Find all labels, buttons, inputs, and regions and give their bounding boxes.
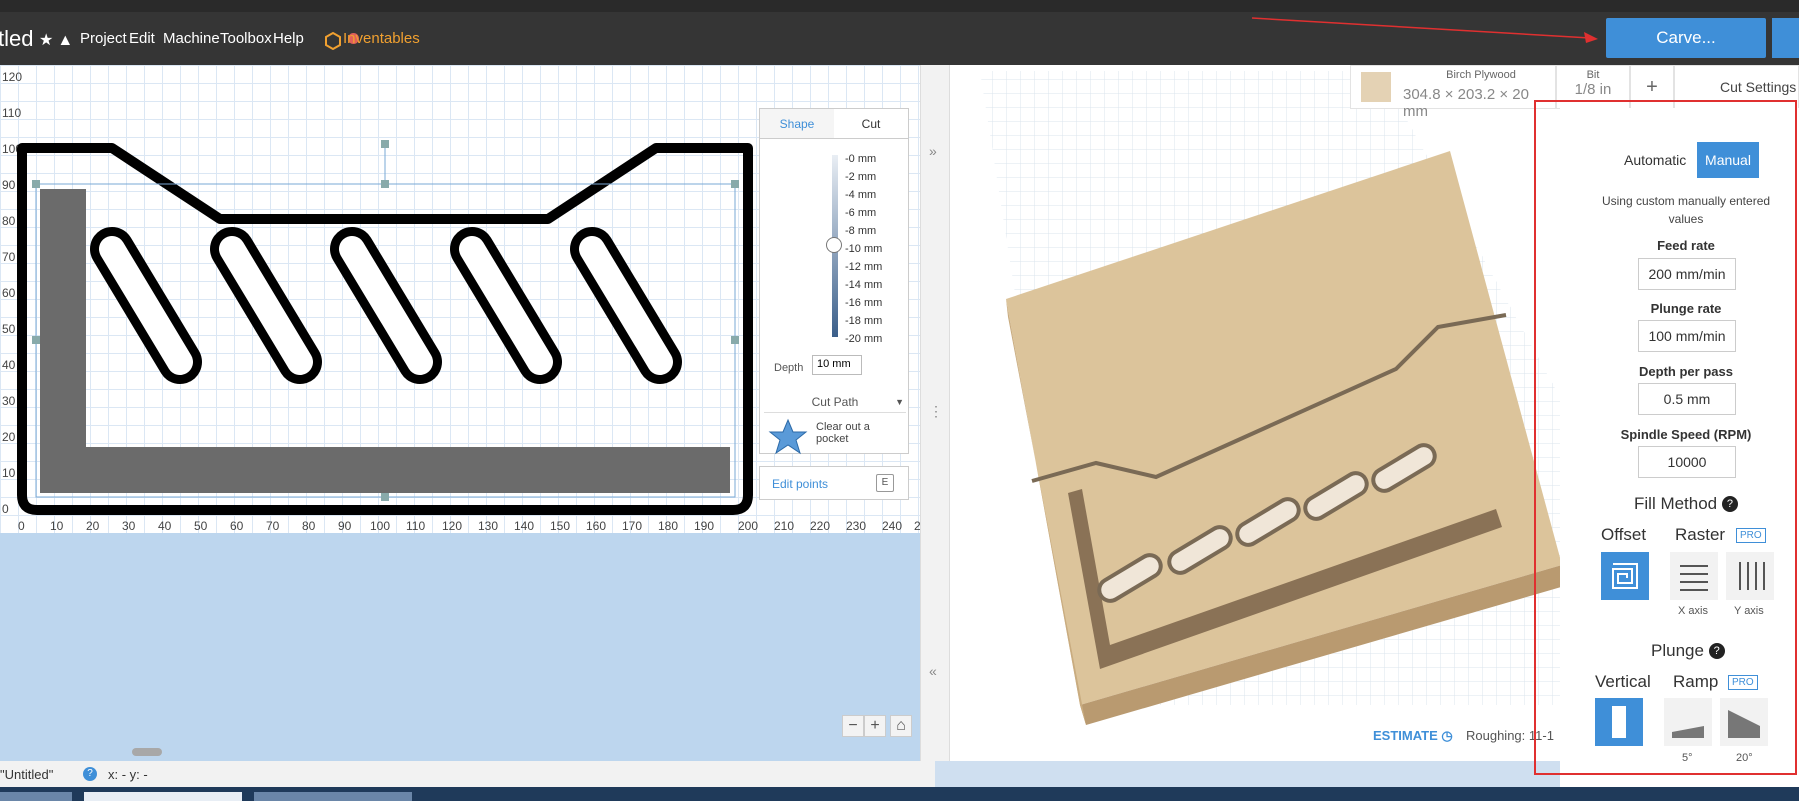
inventables-logo-icon (325, 32, 341, 50)
material-swatch (1361, 72, 1391, 102)
bit-value: 1/8 in (1574, 81, 1612, 98)
resize-handle[interactable] (381, 180, 389, 188)
zoom-in-button[interactable]: + (864, 715, 886, 737)
resize-handle[interactable] (381, 493, 389, 501)
tab-shape[interactable]: Shape (760, 109, 834, 138)
collapse-right-icon[interactable]: » (929, 143, 937, 159)
window-top-strip (0, 0, 1799, 12)
estimate-button[interactable]: ESTIMATE ◷ (1373, 728, 1453, 744)
zoom-out-button[interactable]: − (842, 715, 864, 737)
star-icon[interactable]: ★ (39, 32, 57, 49)
material-size: 304.8 × 203.2 × 20 mm (1403, 86, 1529, 120)
cut-path-dropdown[interactable]: Cut Path ▼ (764, 391, 906, 413)
clock-icon: ◷ (1441, 728, 1453, 743)
resize-handle[interactable] (731, 336, 739, 344)
menu-toolbox[interactable]: Toolbox (220, 30, 272, 47)
depth-tick: -0 mm (845, 153, 877, 165)
cut-type-label[interactable]: Clear out a pocket (816, 421, 896, 445)
rotate-handle[interactable] (381, 140, 389, 148)
resize-handle[interactable] (32, 336, 40, 344)
material-selector[interactable]: Birch Plywood 304.8 × 203.2 × 20 mm (1350, 65, 1556, 120)
resize-handle[interactable] (731, 180, 739, 188)
chevron-down-icon: ▼ (895, 397, 904, 407)
depth-tick: -8 mm (845, 225, 877, 237)
warning-icon[interactable]: ▲ (57, 32, 77, 49)
menu-project[interactable]: Project (80, 30, 127, 47)
cut-path-label: Cut Path (811, 395, 859, 409)
horizontal-scrollbar[interactable] (132, 748, 162, 756)
depth-tick: -16 mm (845, 297, 883, 309)
edit-points-button[interactable]: Edit points E (759, 466, 909, 500)
shape-cut-panel: Shape Cut -0 mm -2 mm -4 mm -6 mm -8 mm … (759, 108, 909, 455)
bit-label: Bit (1586, 69, 1600, 81)
resize-handle[interactable] (32, 180, 40, 188)
highlight-box (1534, 100, 1797, 775)
menu-help[interactable]: Help (273, 30, 304, 47)
panel-tabs: Shape Cut (760, 109, 908, 139)
depth-tick: -2 mm (845, 171, 877, 183)
collapse-left-icon[interactable]: « (929, 663, 937, 679)
carve-button-label: Carve... (1656, 28, 1716, 47)
tab-cut[interactable]: Cut (834, 109, 908, 138)
depth-tick: -6 mm (845, 207, 877, 219)
depth-tick: -12 mm (845, 261, 883, 273)
project-title[interactable]: tled (0, 26, 33, 52)
annotation-arrow (1251, 17, 1598, 43)
document-name[interactable]: "Untitled" (0, 767, 53, 782)
depth-slider-knob[interactable] (826, 237, 842, 253)
depth-tick: -4 mm (845, 189, 877, 201)
keyboard-shortcut-key: E (876, 474, 894, 492)
taskbar-item[interactable] (0, 792, 72, 801)
canvas-offgrid-region (0, 533, 920, 737)
fullscreen-button[interactable] (1772, 18, 1799, 58)
taskbar-item-active[interactable] (84, 792, 242, 801)
help-icon[interactable]: ? (83, 767, 97, 781)
estimate-label: ESTIMATE (1373, 728, 1438, 743)
cursor-coords: x: - y: - (108, 767, 148, 782)
material-name: Birch Plywood (1446, 69, 1516, 81)
depth-tick: -10 mm (845, 243, 883, 255)
menu-edit[interactable]: Edit (129, 30, 155, 47)
title-status-icons: ★▲ (39, 30, 77, 50)
star-pocket-icon (768, 418, 808, 455)
depth-tick: -20 mm (845, 333, 883, 345)
depth-input[interactable]: 10 mm (812, 355, 862, 375)
edit-points-label: Edit points (772, 477, 829, 491)
pane-divider[interactable]: » ⋮ « (920, 65, 950, 761)
depth-label: Depth (774, 362, 804, 374)
taskbar-item[interactable] (254, 792, 412, 801)
inventables-link[interactable]: Inventables (343, 30, 420, 47)
home-view-button[interactable]: ⌂ (890, 715, 912, 737)
depth-tick: -14 mm (845, 279, 883, 291)
status-bar: "Untitled" ? x: - y: - (0, 761, 935, 787)
drag-handle-icon[interactable]: ⋮ (929, 403, 943, 420)
menu-machine[interactable]: Machine (163, 30, 220, 47)
carve-button[interactable]: Carve... (1606, 18, 1766, 58)
depth-tick: -18 mm (845, 315, 883, 327)
